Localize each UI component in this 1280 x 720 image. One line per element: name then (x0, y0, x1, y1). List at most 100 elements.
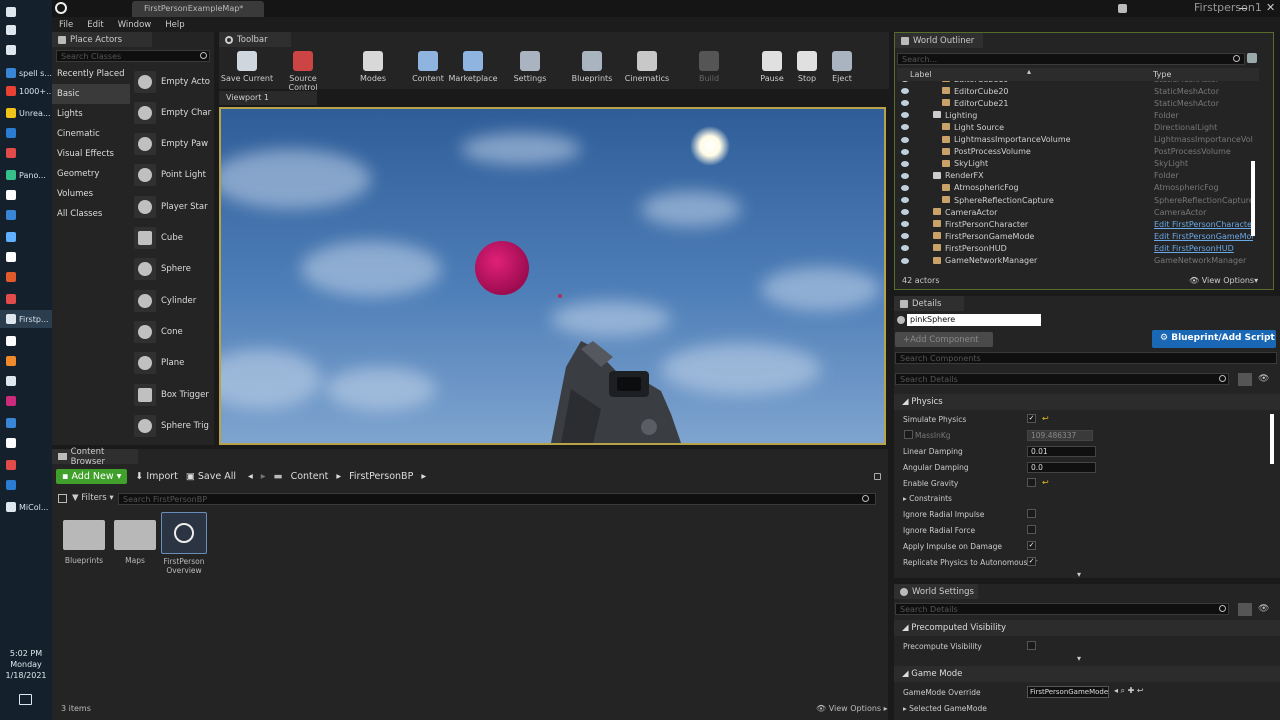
toolbar-blueprints-button[interactable]: Blueprints (564, 49, 620, 83)
menu-window[interactable]: Window (118, 20, 152, 30)
prop-replicate-physics-to-autonomous-pr-checkbox[interactable]: ✓ (1027, 557, 1036, 566)
details-scroll-down-icon[interactable]: ▾ (1077, 570, 1081, 579)
category-basic[interactable]: Basic (52, 84, 130, 104)
taskbar-app-18[interactable] (0, 372, 52, 390)
world-settings-search-input[interactable]: Search Details (895, 603, 1229, 615)
taskbar-app-23[interactable] (0, 476, 52, 494)
outliner-settings-icon[interactable] (1247, 53, 1257, 63)
taskbar-app-2[interactable] (0, 41, 52, 59)
taskbar-clock[interactable]: 5:02 PM Monday 1/18/2021 (0, 648, 52, 681)
outliner-view-options[interactable]: 👁 View Options▾ (1189, 276, 1258, 285)
category-cinematic[interactable]: Cinematic (52, 124, 130, 144)
visibility-eye-icon[interactable] (901, 257, 909, 264)
game-mode-section[interactable]: ◢ Game Mode (894, 666, 1280, 682)
precomputed-visibility-section[interactable]: ◢ Precomputed Visibility (894, 620, 1280, 636)
toolbar-settings-button[interactable]: Settings (502, 49, 558, 83)
visibility-eye-icon[interactable] (901, 88, 909, 95)
ws-eye-icon[interactable]: 👁 (1258, 604, 1269, 614)
path-content[interactable]: Content (291, 471, 329, 482)
taskbar-app-11[interactable] (0, 228, 52, 246)
toolbar-tab[interactable]: Toolbar (219, 32, 291, 47)
save-all-button[interactable]: ▣ Save All (186, 471, 236, 482)
details-grid-icon[interactable] (1238, 373, 1252, 386)
lock-icon[interactable] (874, 473, 881, 480)
import-button[interactable]: ⬇ Import (135, 471, 178, 482)
details-tab[interactable]: Details (894, 296, 964, 311)
prop-enable-gravity-checkbox[interactable] (1027, 478, 1036, 487)
outliner-row[interactable]: CameraActor CameraActor (897, 206, 1253, 218)
outliner-row[interactable]: PostProcessVolume PostProcessVolume (897, 146, 1253, 158)
path-firstpersonbp[interactable]: FirstPersonBP (349, 471, 413, 482)
prop-ignore-radial-impulse-checkbox[interactable] (1027, 509, 1036, 518)
outliner-scrollbar[interactable] (1251, 161, 1255, 236)
prop-apply-impulse-on-damage-checkbox[interactable]: ✓ (1027, 541, 1036, 550)
game-viewport[interactable] (219, 107, 886, 445)
taskbar-app-6[interactable] (0, 124, 52, 142)
taskbar-app-10[interactable] (0, 206, 52, 224)
edit-blueprint-link[interactable]: Edit FirstPersonCharacter (1154, 220, 1253, 229)
ws-grid-icon[interactable] (1238, 603, 1252, 616)
reset-arrow-icon[interactable]: ↩ (1042, 478, 1049, 487)
outliner-row[interactable]: RenderFX Folder (897, 170, 1253, 182)
notification-icon[interactable] (19, 694, 32, 705)
visibility-eye-icon[interactable] (901, 245, 909, 252)
add-new-button[interactable]: ▪ Add New ▾ (56, 468, 128, 484)
taskbar-app-20[interactable] (0, 414, 52, 432)
visibility-eye-icon[interactable] (901, 209, 909, 216)
content-browser-tab[interactable]: Content Browser (52, 447, 138, 467)
ws-collapse-icon[interactable]: ▾ (1077, 654, 1081, 663)
world-outliner-tab[interactable]: World Outliner (895, 33, 983, 48)
taskbar-app-3[interactable]: spell s... (0, 64, 52, 82)
menu-edit[interactable]: Edit (87, 20, 103, 30)
prop-linear-damping-input[interactable]: 0.01 (1027, 446, 1096, 457)
precompute-visibility-checkbox[interactable] (1027, 641, 1036, 650)
outliner-row[interactable]: FirstPersonHUD Edit FirstPersonHUD (897, 242, 1253, 254)
actor-item[interactable]: Plane (134, 348, 214, 379)
category-recently-placed[interactable]: Recently Placed (52, 64, 130, 84)
category-geometry[interactable]: Geometry (52, 164, 130, 184)
visibility-eye-icon[interactable] (901, 112, 909, 119)
edit-blueprint-link[interactable]: Edit FirstPersonHUD (1154, 244, 1253, 253)
taskbar-app-21[interactable] (0, 434, 52, 452)
actor-item[interactable]: Cylinder (134, 285, 214, 316)
gamemode-override-dropdown[interactable]: FirstPersonGameMode (1027, 686, 1109, 698)
toolbar-eject-button[interactable]: Eject (814, 49, 870, 83)
edit-blueprint-link[interactable]: Edit FirstPersonGameMode (1154, 232, 1253, 241)
prop-simulate-physics-checkbox[interactable]: ✓ (1027, 414, 1036, 423)
outliner-row[interactable]: SphereReflectionCapture SphereReflectionC… (897, 194, 1253, 206)
taskbar-app-0[interactable] (0, 3, 52, 21)
outliner-row[interactable]: EditorCube20 StaticMeshActor (897, 85, 1253, 97)
taskbar-app-4[interactable]: 1000+... (0, 82, 52, 100)
add-component-button[interactable]: +Add Component (895, 332, 993, 347)
taskbar-app-9[interactable] (0, 186, 52, 204)
visibility-eye-icon[interactable] (901, 148, 909, 155)
taskbar-app-19[interactable] (0, 392, 52, 410)
toolbar-marketplace-button[interactable]: Marketplace (445, 49, 501, 83)
visibility-eye-icon[interactable] (901, 221, 909, 228)
actor-item[interactable]: Empty Char (134, 97, 214, 128)
col-label[interactable]: Label (910, 70, 932, 79)
prop-angular-damping-input[interactable]: 0.0 (1027, 462, 1096, 473)
visibility-eye-icon[interactable] (901, 136, 909, 143)
actor-item[interactable]: Sphere Trig (134, 410, 214, 441)
content-view-options[interactable]: 👁 View Options ▸ (816, 704, 888, 713)
asset-firstperson-overview[interactable]: FirstPerson Overview (160, 512, 208, 575)
actor-item[interactable]: Sphere (134, 254, 214, 285)
actor-item[interactable]: Empty Acto (134, 66, 214, 97)
asset-maps[interactable]: Maps (111, 520, 159, 565)
actor-item[interactable]: Player Star (134, 191, 214, 222)
actor-item[interactable]: Box Trigger (134, 379, 214, 410)
category-volumes[interactable]: Volumes (52, 184, 130, 204)
content-search-input[interactable]: Search FirstPersonBP (118, 493, 876, 505)
details-eye-icon[interactable]: 👁 (1258, 374, 1269, 384)
search-classes-input[interactable]: Search Classes (56, 50, 210, 62)
category-lights[interactable]: Lights (52, 104, 130, 124)
search-details-input[interactable]: Search Details (895, 373, 1229, 385)
taskbar-app-14[interactable] (0, 290, 52, 308)
visibility-eye-icon[interactable] (901, 81, 909, 82)
close-button[interactable]: ✕ (1266, 2, 1275, 14)
outliner-row[interactable]: FirstPersonGameMode Edit FirstPersonGameM… (897, 230, 1253, 242)
reset-arrow-icon[interactable]: ↩ (1042, 414, 1049, 423)
taskbar-app-12[interactable] (0, 248, 52, 266)
search-components-input[interactable]: Search Components (895, 352, 1277, 364)
